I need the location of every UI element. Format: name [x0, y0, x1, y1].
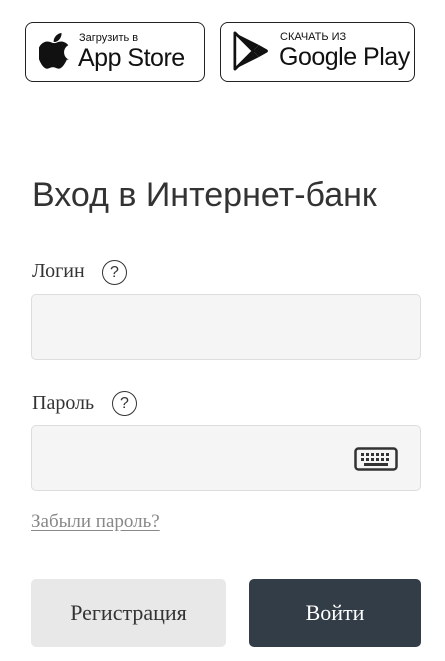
- password-help-icon[interactable]: ?: [112, 391, 137, 416]
- page-title: Вход в Интернет-банк: [32, 176, 377, 214]
- app-store-big-text: App Store: [78, 44, 185, 72]
- register-button[interactable]: Регистрация: [31, 579, 226, 647]
- login-help-icon[interactable]: ?: [102, 260, 127, 285]
- google-play-small-text: СКАЧАТЬ ИЗ: [280, 31, 347, 43]
- forgot-password-link[interactable]: Забыли пароль?: [31, 511, 160, 533]
- app-store-badge[interactable]: Загрузить в App Store: [25, 22, 205, 82]
- login-input[interactable]: [31, 294, 421, 360]
- google-play-badge[interactable]: СКАЧАТЬ ИЗ Google Play: [220, 22, 415, 82]
- app-store-small-text: Загрузить в: [79, 32, 139, 44]
- google-play-icon: [233, 31, 268, 71]
- google-play-big-text: Google Play: [279, 43, 410, 71]
- login-label: Логин: [32, 260, 85, 282]
- password-label: Пароль: [32, 392, 95, 414]
- apple-icon: [39, 33, 69, 69]
- login-button[interactable]: Войти: [249, 579, 421, 647]
- keyboard-icon[interactable]: [354, 447, 398, 471]
